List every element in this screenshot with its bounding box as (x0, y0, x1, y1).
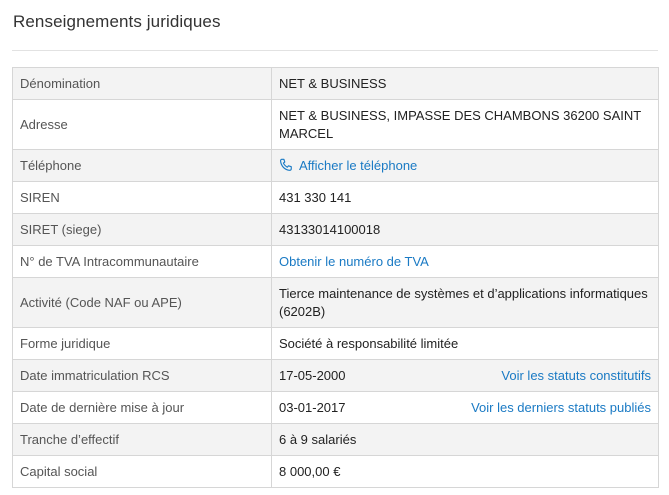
title-divider (12, 50, 658, 51)
view-founding-statutes-link[interactable]: Voir les statuts constitutifs (501, 367, 651, 385)
row-value: Société à responsabilité limitée (271, 327, 659, 360)
table-row-siren: SIREN 431 330 141 (12, 181, 659, 214)
view-latest-statutes-link[interactable]: Voir les derniers statuts publiés (471, 399, 651, 417)
table-row-tva: N° de TVA Intracommunautaire Obtenir le … (12, 245, 659, 278)
table-row-activite: Activité (Code NAF ou APE) Tierce mainte… (12, 277, 659, 328)
row-value: 03-01-2017 (279, 399, 346, 415)
row-label: Adresse (12, 99, 272, 150)
row-label: SIRET (siege) (12, 213, 272, 246)
row-value: Tierce maintenance de systèmes et d’appl… (271, 277, 659, 328)
table-row-effectif: Tranche d’effectif 6 à 9 salariés (12, 423, 659, 456)
row-label: Capital social (12, 455, 272, 488)
table-row-denomination: Dénomination NET & BUSINESS (12, 67, 659, 100)
row-value-cell: 03-01-2017 Voir les derniers statuts pub… (271, 391, 659, 424)
row-value: NET & BUSINESS, IMPASSE DES CHAMBONS 362… (271, 99, 659, 150)
row-value: 8 000,00 € (271, 455, 659, 488)
show-phone-link[interactable]: Afficher le téléphone (279, 158, 417, 173)
row-label: SIREN (12, 181, 272, 214)
row-value: 17-05-2000 (279, 367, 346, 383)
table-row-forme-juridique: Forme juridique Société à responsabilité… (12, 327, 659, 360)
table-row-mise-a-jour: Date de dernière mise à jour 03-01-2017 … (12, 391, 659, 424)
row-value: 43133014100018 (271, 213, 659, 246)
row-value: NET & BUSINESS (271, 67, 659, 100)
row-label: N° de TVA Intracommunautaire (12, 245, 272, 278)
get-vat-number-link[interactable]: Obtenir le numéro de TVA (279, 254, 429, 269)
table-row-immatriculation: Date immatriculation RCS 17-05-2000 Voir… (12, 359, 659, 392)
section-title: Renseignements juridiques (13, 12, 221, 31)
show-phone-label: Afficher le téléphone (299, 157, 418, 173)
legal-info-panel: Renseignements juridiques Dénomination N… (0, 0, 669, 495)
table-row-telephone: Téléphone Afficher le téléphone (12, 149, 659, 182)
row-label: Activité (Code NAF ou APE) (12, 277, 272, 328)
table-row-siret: SIRET (siege) 43133014100018 (12, 213, 659, 246)
row-value-cell: Obtenir le numéro de TVA (271, 245, 659, 278)
row-value: 6 à 9 salariés (271, 423, 659, 456)
table-row-capital: Capital social 8 000,00 € (12, 455, 659, 488)
row-value-cell: 17-05-2000 Voir les statuts constitutifs (271, 359, 659, 392)
legal-info-table: Dénomination NET & BUSINESS Adresse NET … (12, 67, 659, 488)
row-label: Forme juridique (12, 327, 272, 360)
row-label: Date immatriculation RCS (12, 359, 272, 392)
row-value: 431 330 141 (271, 181, 659, 214)
row-label: Date de dernière mise à jour (12, 391, 272, 424)
row-label: Tranche d’effectif (12, 423, 272, 456)
phone-icon (280, 158, 292, 171)
row-value-cell: Afficher le téléphone (271, 149, 659, 182)
table-row-adresse: Adresse NET & BUSINESS, IMPASSE DES CHAM… (12, 99, 659, 150)
row-label: Dénomination (12, 67, 272, 100)
row-label: Téléphone (12, 149, 272, 182)
